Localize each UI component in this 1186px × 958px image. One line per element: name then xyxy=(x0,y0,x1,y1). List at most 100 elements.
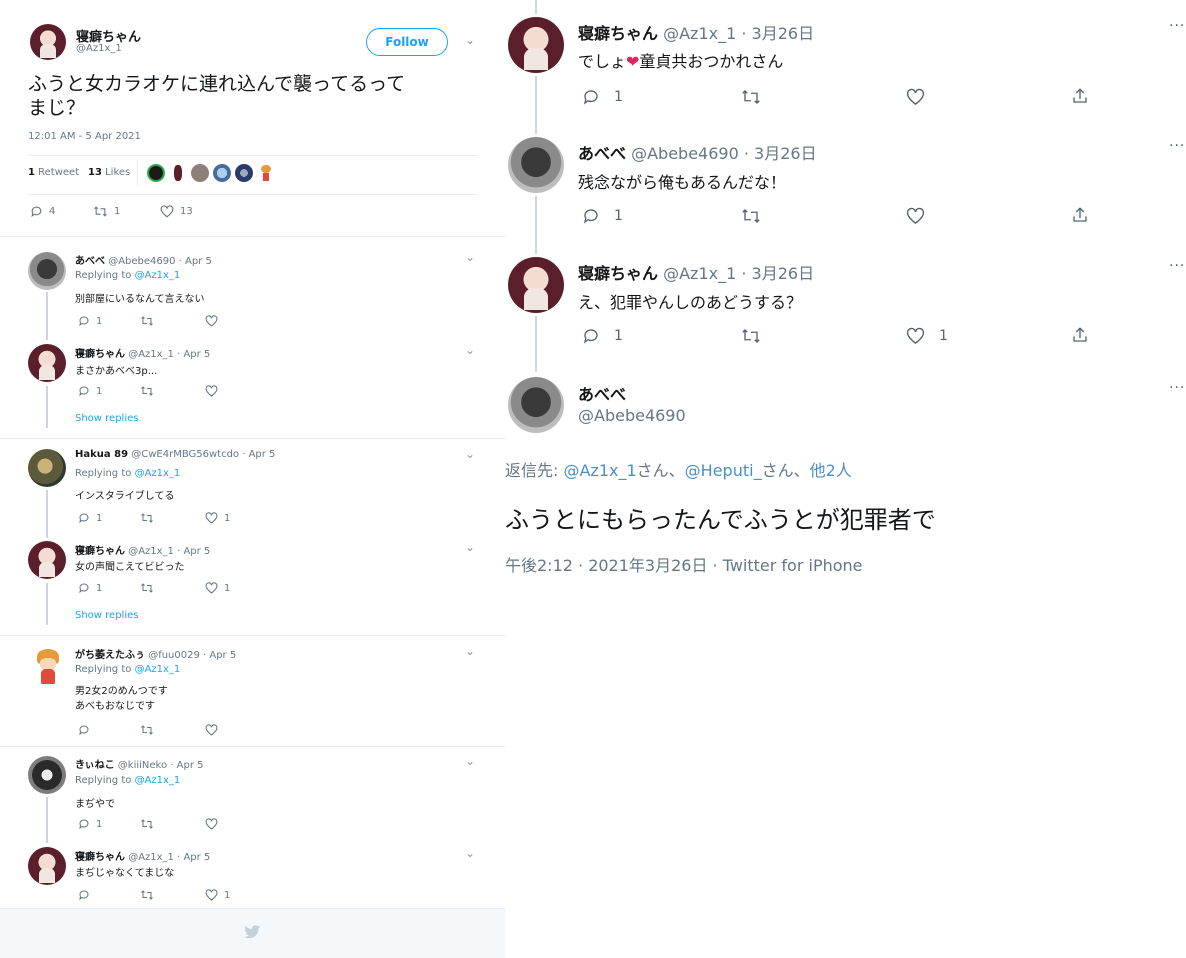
mention-link[interactable]: @Heputi_ xyxy=(685,461,762,480)
retweet-stat[interactable]: 1 Retweet xyxy=(28,167,79,178)
reply-button[interactable]: 1 xyxy=(78,582,102,594)
likes-stat[interactable]: 13 Likes xyxy=(88,167,130,178)
avatar[interactable] xyxy=(508,377,564,433)
like-button[interactable] xyxy=(906,88,925,106)
reply-meta[interactable]: @Az1x_1 · Apr 5 xyxy=(128,852,210,863)
reply-meta[interactable]: @Az1x_1 · Apr 5 xyxy=(128,349,210,360)
mention-link[interactable]: @Az1x_1 xyxy=(135,664,181,675)
like-button[interactable] xyxy=(906,207,925,225)
retweet-button[interactable] xyxy=(140,889,154,901)
author-handle[interactable]: @Az1x_1 xyxy=(76,43,122,54)
reply-button[interactable]: 1 xyxy=(78,512,102,524)
liker-avatar[interactable] xyxy=(191,164,209,182)
reply-meta[interactable]: @CwE4rMBG56wtcdo · Apr 5 xyxy=(131,449,275,460)
tweet-timestamp[interactable]: 12:01 AM - 5 Apr 2021 xyxy=(28,131,141,142)
avatar[interactable] xyxy=(28,756,66,794)
retweet-button[interactable] xyxy=(140,582,154,594)
retweet-button[interactable] xyxy=(140,385,154,397)
author-name[interactable]: あべべ xyxy=(578,144,626,163)
liker-avatar[interactable] xyxy=(213,164,231,182)
avatar[interactable] xyxy=(30,24,66,60)
chevron-down-icon[interactable]: ⌄ xyxy=(465,846,475,860)
show-replies-link[interactable]: Show replies xyxy=(75,610,138,621)
author-name[interactable]: 寝癖ちゃん xyxy=(578,24,658,43)
retweet-button[interactable]: 1 xyxy=(93,205,120,218)
avatar[interactable] xyxy=(508,257,564,313)
reply-button[interactable]: 4 xyxy=(30,205,55,218)
share-button[interactable] xyxy=(1071,87,1089,105)
author-name[interactable]: 寝癖ちゃん xyxy=(75,852,125,863)
share-button[interactable] xyxy=(1071,206,1089,224)
like-button[interactable]: 1 xyxy=(205,889,230,901)
avatar[interactable] xyxy=(28,646,68,686)
mention-link[interactable]: @Az1x_1 xyxy=(135,775,181,786)
chevron-down-icon[interactable]: ⌄ xyxy=(465,343,475,357)
like-button[interactable] xyxy=(205,315,218,327)
others-link[interactable]: 他2人 xyxy=(810,461,852,480)
tweet-meta[interactable]: @Abebe4690 · 3月26日 xyxy=(631,144,816,163)
reply-meta[interactable]: @Az1x_1 · Apr 5 xyxy=(128,546,210,557)
retweet-button[interactable] xyxy=(140,724,154,736)
retweet-button[interactable] xyxy=(140,315,154,327)
author-name[interactable]: あべべ xyxy=(578,381,626,405)
chevron-down-icon[interactable]: ⌄ xyxy=(465,250,475,264)
tweet-meta[interactable]: @Az1x_1 · 3月26日 xyxy=(663,24,814,43)
reply-button[interactable]: 1 xyxy=(582,327,623,345)
reply-button[interactable]: 1 xyxy=(78,818,102,830)
reply-button[interactable] xyxy=(78,724,90,736)
avatar[interactable] xyxy=(28,344,66,382)
retweet-button[interactable] xyxy=(140,512,154,524)
tweet-meta[interactable]: @Az1x_1 · 3月26日 xyxy=(663,264,814,283)
author-name[interactable]: 寝癖ちゃん xyxy=(578,264,658,283)
reply-button[interactable]: 1 xyxy=(78,315,102,327)
author-name[interactable]: 寝癖ちゃん xyxy=(75,546,125,557)
like-button[interactable]: 13 xyxy=(160,205,193,218)
mention-link[interactable]: @Az1x_1 xyxy=(135,270,181,281)
reply-button[interactable]: 1 xyxy=(582,88,623,106)
retweet-button[interactable] xyxy=(741,327,761,345)
reply-meta[interactable]: @kiiiNeko · Apr 5 xyxy=(118,760,204,771)
retweet-button[interactable] xyxy=(741,207,761,225)
reply-meta[interactable]: @Abebe4690 · Apr 5 xyxy=(108,256,212,267)
reply-meta[interactable]: @fuu0029 · Apr 5 xyxy=(148,650,236,661)
mention-link[interactable]: @Az1x_1 xyxy=(563,461,636,480)
like-button[interactable] xyxy=(205,724,218,736)
author-name[interactable]: 寝癖ちゃん xyxy=(75,349,125,360)
reply-button[interactable] xyxy=(78,889,90,901)
author-name[interactable]: がち萎えたふぅ xyxy=(75,650,145,661)
avatar[interactable] xyxy=(28,449,66,487)
like-button[interactable]: 1 xyxy=(205,512,230,524)
follow-button[interactable]: Follow xyxy=(366,28,448,56)
avatar[interactable] xyxy=(28,252,66,290)
chevron-down-icon[interactable]: ⌄ xyxy=(465,540,475,554)
like-button[interactable] xyxy=(205,385,218,397)
mention-link[interactable]: @Az1x_1 xyxy=(135,468,181,479)
author-name[interactable]: きぃねこ xyxy=(75,760,115,771)
more-options-icon[interactable]: ··· xyxy=(1169,258,1185,274)
share-button[interactable] xyxy=(1071,326,1089,344)
author-handle[interactable]: @Abebe4690 xyxy=(578,406,686,425)
chevron-down-icon[interactable]: ⌄ xyxy=(465,644,475,658)
retweet-button[interactable] xyxy=(741,88,761,106)
author-name[interactable]: あべべ xyxy=(75,256,105,267)
show-replies-link[interactable]: Show replies xyxy=(75,413,138,424)
retweet-button[interactable] xyxy=(140,818,154,830)
like-button[interactable]: 1 xyxy=(205,582,230,594)
like-button[interactable]: 1 xyxy=(906,327,948,345)
liker-avatar[interactable] xyxy=(235,164,253,182)
liker-avatar[interactable] xyxy=(257,164,275,182)
avatar[interactable] xyxy=(508,137,564,193)
liker-avatar[interactable] xyxy=(147,164,165,182)
more-options-icon[interactable]: ··· xyxy=(1169,18,1185,34)
focus-tweet-footer[interactable]: 午後2:12 · 2021年3月26日 · Twitter for iPhone xyxy=(505,552,863,576)
author-name[interactable]: Hakua 89 xyxy=(75,449,128,460)
more-options-icon[interactable]: ··· xyxy=(1169,138,1185,154)
liker-avatars[interactable] xyxy=(147,164,287,184)
reply-button[interactable]: 1 xyxy=(78,385,102,397)
liker-avatar[interactable] xyxy=(169,164,187,182)
avatar[interactable] xyxy=(28,847,66,885)
like-button[interactable] xyxy=(205,818,218,830)
chevron-down-icon[interactable]: ⌄ xyxy=(465,754,475,768)
avatar[interactable] xyxy=(508,17,564,73)
reply-button[interactable]: 1 xyxy=(582,207,623,225)
